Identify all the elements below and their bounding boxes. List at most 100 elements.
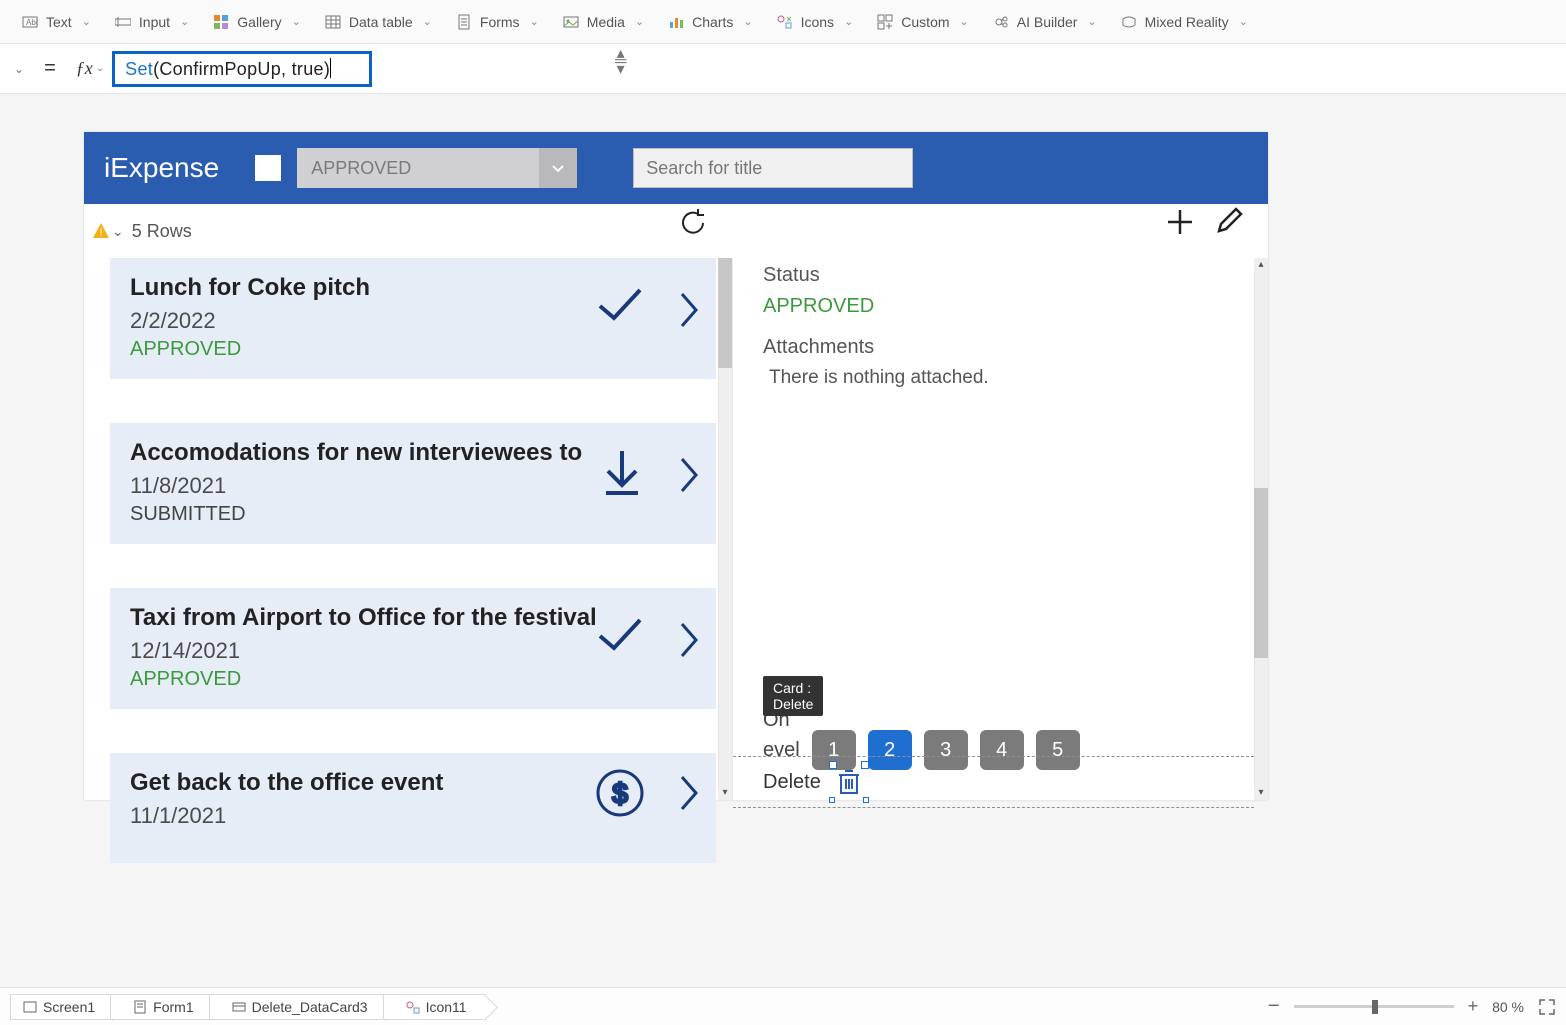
ribbon-label: Icons xyxy=(801,14,834,30)
chevron-down-icon xyxy=(539,148,577,188)
trash-icon[interactable] xyxy=(833,765,865,799)
chevron-right-icon[interactable] xyxy=(676,618,702,667)
text-icon: Abc xyxy=(22,14,38,30)
formula-input[interactable]: Set(ConfirmPopUp, true) xyxy=(112,51,372,87)
zoom-slider-thumb[interactable] xyxy=(1372,1000,1378,1014)
chevron-down-icon: ⌄ xyxy=(1239,15,1248,28)
attachments-empty: There is nothing attached. xyxy=(763,367,1268,389)
breadcrumb-icon[interactable]: Icon11 xyxy=(383,994,486,1020)
zoom-out-button[interactable]: − xyxy=(1268,995,1280,1018)
chevron-down-icon: ⌄ xyxy=(1087,15,1096,28)
ribbon-label: Custom xyxy=(901,14,949,30)
scroll-down-icon[interactable]: ▾ xyxy=(718,786,732,800)
gallery-item-status: APPROVED xyxy=(130,668,696,691)
status-dropdown[interactable]: APPROVED xyxy=(297,148,577,188)
ribbon-text[interactable]: Abc Text ⌄ xyxy=(10,8,103,36)
ribbon-charts[interactable]: Charts⌄ xyxy=(656,8,764,36)
ribbon-forms[interactable]: Forms⌄ xyxy=(444,8,551,36)
check-icon xyxy=(594,282,646,331)
gallery-item-status: APPROVED xyxy=(130,338,696,361)
zoom-slider[interactable] xyxy=(1294,1005,1454,1008)
filter-checkbox[interactable] xyxy=(255,155,281,181)
ribbon-input[interactable]: Input⌄ xyxy=(103,8,201,36)
status-dropdown-value: APPROVED xyxy=(297,158,539,179)
ribbon-media[interactable]: Media⌄ xyxy=(551,8,656,36)
zoom-in-button[interactable]: + xyxy=(1468,996,1479,1017)
charts-icon xyxy=(668,14,684,30)
chevron-down-icon: ⌄ xyxy=(960,15,969,28)
chevron-right-icon[interactable] xyxy=(676,771,702,820)
formula-bar: ⌄ = ƒx⌄ Set(ConfirmPopUp, true) ▴═▾ xyxy=(0,44,1566,94)
search-placeholder: Search for title xyxy=(646,158,762,179)
zoom-value: 80 xyxy=(1492,999,1508,1015)
screen-icon xyxy=(23,1000,37,1014)
download-icon xyxy=(598,447,646,504)
scroll-up-icon[interactable]: ▴ xyxy=(1254,258,1268,272)
scroll-down-icon[interactable]: ▾ xyxy=(1254,786,1268,800)
ribbon-label: Charts xyxy=(692,14,733,30)
fx-label[interactable]: ƒx⌄ xyxy=(76,58,104,79)
ribbon-gallery[interactable]: Gallery⌄ xyxy=(201,8,313,36)
status-value: APPROVED xyxy=(763,295,1268,318)
rows-count-label: 5 Rows xyxy=(132,221,192,242)
tooltip-card-delete: Card : Delete xyxy=(763,676,823,716)
icons-icon xyxy=(777,14,793,30)
scrollbar-thumb[interactable] xyxy=(1254,488,1268,658)
scrollbar-thumb[interactable] xyxy=(718,258,732,368)
breadcrumb-screen[interactable]: Screen1 xyxy=(10,994,114,1020)
status-label: Status xyxy=(763,264,1268,287)
chevron-down-icon: ⌄ xyxy=(530,15,539,28)
chevron-down-icon: ⌄ xyxy=(96,63,104,74)
app-header: iExpense APPROVED Search for title xyxy=(84,132,1268,204)
delete-datacard[interactable]: Delete xyxy=(733,756,1254,808)
zoom-unit: % xyxy=(1512,999,1524,1015)
formula-body: (ConfirmPopUp, true) xyxy=(153,59,330,79)
gallery-pane: Lunch for Coke pitch 2/2/2022 APPROVED A… xyxy=(84,258,732,800)
search-input[interactable]: Search for title xyxy=(633,148,913,188)
equals-label: = xyxy=(34,57,66,80)
forms-icon xyxy=(456,14,472,30)
property-chevron-icon[interactable]: ⌄ xyxy=(14,62,24,76)
edit-button[interactable] xyxy=(1212,204,1246,243)
ribbon-mixedreality[interactable]: Mixed Reality ⌄ xyxy=(1109,8,1260,36)
formula-keyword: Set xyxy=(125,59,153,79)
gallery-icon xyxy=(213,14,229,30)
breadcrumb-datacard[interactable]: Delete_DataCard3 xyxy=(209,994,387,1020)
chevron-down-icon: ⌄ xyxy=(82,15,91,28)
add-button[interactable] xyxy=(1162,204,1198,245)
gallery-item[interactable]: Lunch for Coke pitch 2/2/2022 APPROVED xyxy=(110,258,716,379)
ribbon-label: Data table xyxy=(349,14,413,30)
gallery-item[interactable]: Taxi from Airport to Office for the fest… xyxy=(110,588,716,709)
app-canvas: iExpense APPROVED Search for title ! ⌄ 5… xyxy=(84,132,1268,800)
breadcrumb-form[interactable]: Form1 xyxy=(110,994,212,1020)
text-caret xyxy=(330,58,331,78)
chevron-down-icon: ⌄ xyxy=(635,15,644,28)
ribbon-label: AI Builder xyxy=(1017,14,1078,30)
attachments-label: Attachments xyxy=(763,336,1268,359)
svg-text:$: $ xyxy=(612,778,628,809)
aibuilder-icon xyxy=(993,14,1009,30)
gallery-item[interactable]: Get back to the office event 11/1/2021 $ xyxy=(110,753,716,863)
formula-resize-handle[interactable]: ▴═▾ xyxy=(615,50,626,74)
warning-icon: ! xyxy=(92,222,110,240)
ribbon-icons[interactable]: Icons⌄ xyxy=(765,8,866,36)
ribbon-custom[interactable]: Custom ⌄ xyxy=(865,8,980,36)
svg-text:Abc: Abc xyxy=(26,18,38,27)
breadcrumb-label: Screen1 xyxy=(43,999,95,1015)
ribbon-label: Text xyxy=(46,14,72,30)
chevron-down-icon: ⌄ xyxy=(180,15,189,28)
insert-ribbon: Abc Text ⌄ Input⌄ Gallery⌄ Data table ⌄ Fo… xyxy=(0,0,1566,44)
datacard-icon xyxy=(232,1000,246,1014)
ribbon-label: Mixed Reality xyxy=(1145,14,1229,30)
gallery-item[interactable]: Accomodations for new interviewees to 11… xyxy=(110,423,716,544)
chevron-right-icon[interactable] xyxy=(676,288,702,337)
ribbon-aibuilder[interactable]: AI Builder ⌄ xyxy=(981,8,1109,36)
chevron-right-icon[interactable] xyxy=(676,453,702,502)
breadcrumb-label: Delete_DataCard3 xyxy=(252,999,368,1015)
input-icon xyxy=(115,14,131,30)
chevron-down-icon[interactable]: ⌄ xyxy=(112,223,124,240)
expand-icon[interactable] xyxy=(1538,998,1556,1016)
chevron-down-icon: ⌄ xyxy=(423,15,432,28)
ribbon-datatable[interactable]: Data table ⌄ xyxy=(313,8,444,36)
refresh-button[interactable] xyxy=(676,206,710,245)
